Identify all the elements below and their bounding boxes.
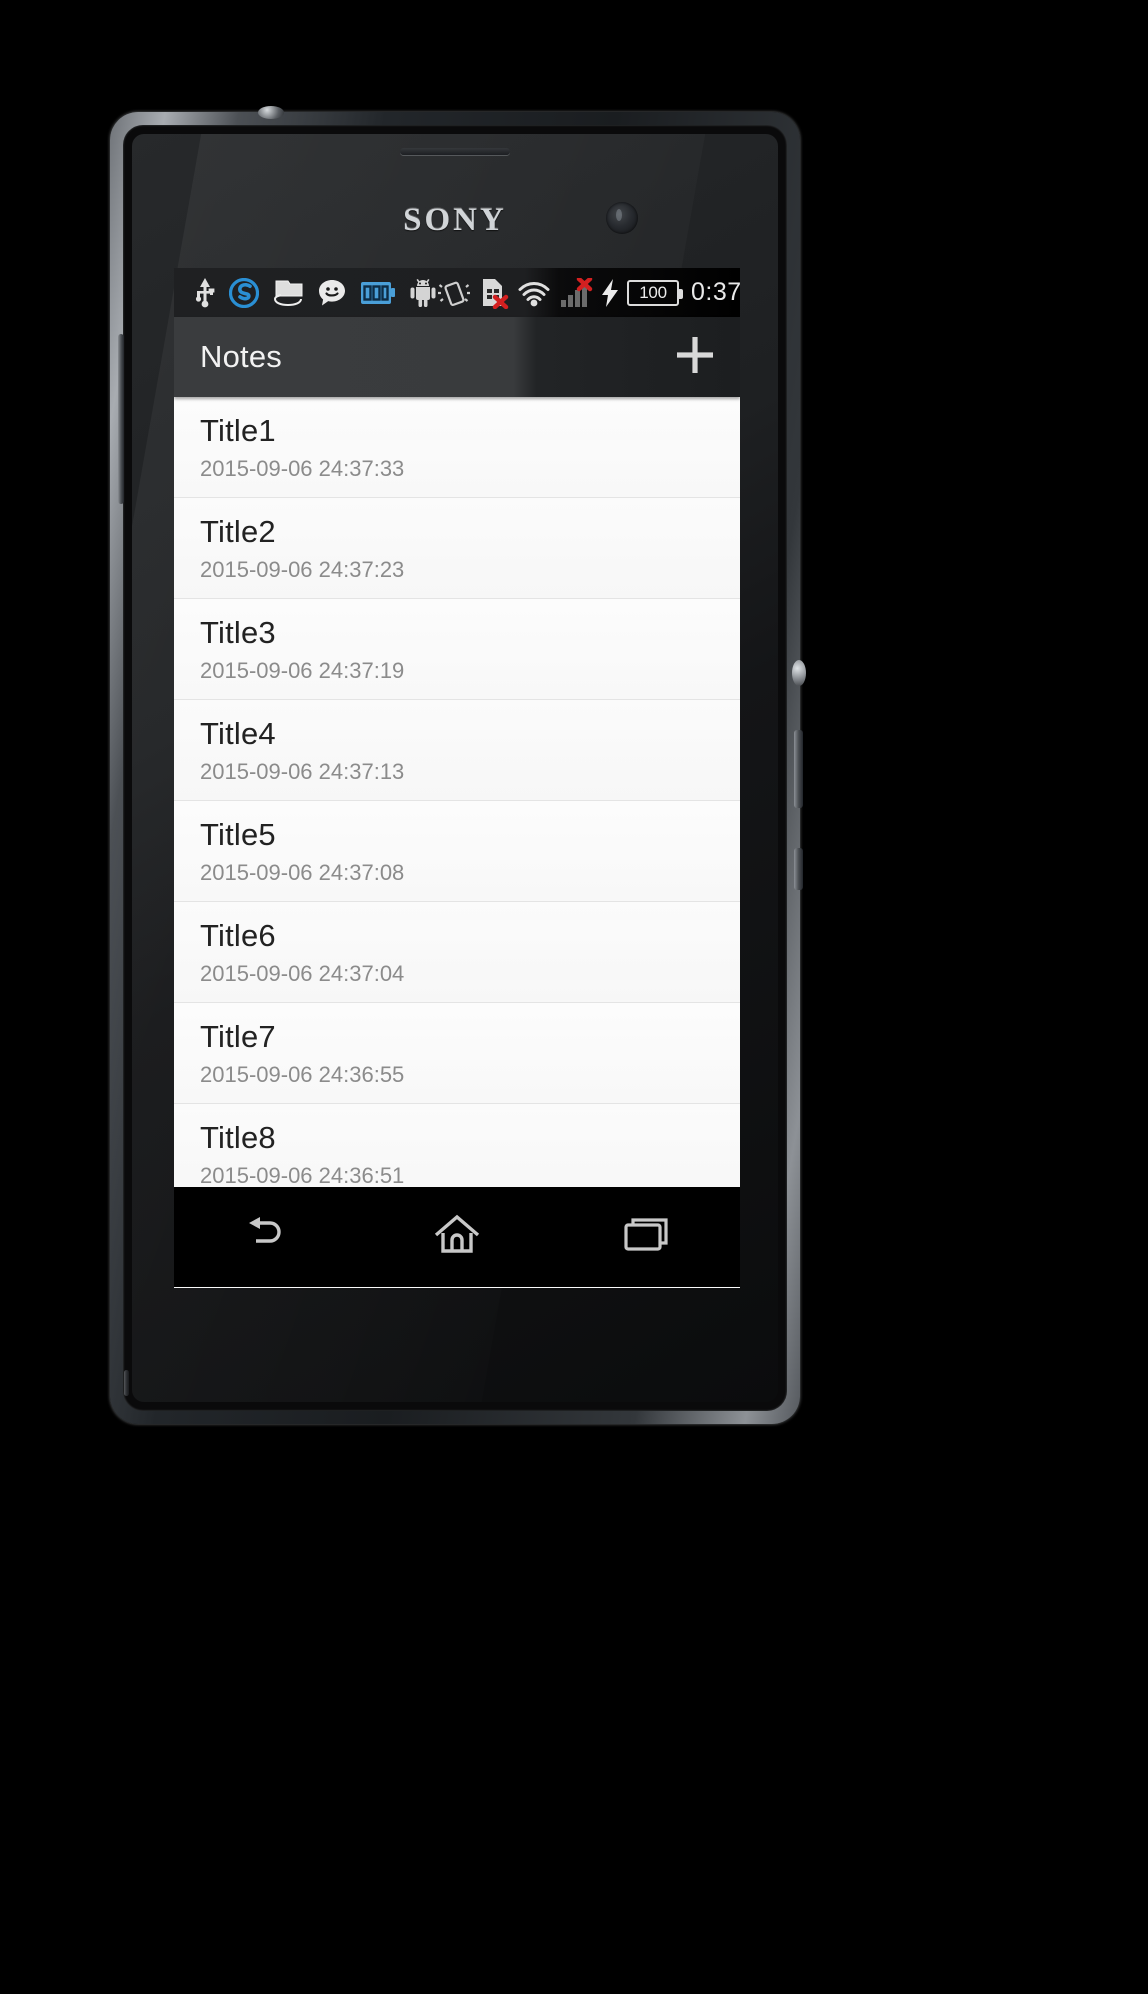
nav-home-button[interactable] <box>397 1197 517 1277</box>
charging-bolt-icon <box>601 278 619 307</box>
note-title: Title5 <box>200 817 276 852</box>
note-timestamp: 2015-09-06 24:37:13 <box>200 759 405 784</box>
headphone-jack <box>258 106 284 119</box>
list-item[interactable]: Title5 2015-09-06 24:37:08 <box>174 801 740 902</box>
note-timestamp: 2015-09-06 24:37:33 <box>200 456 405 481</box>
usb-icon <box>194 277 216 308</box>
vibrate-icon <box>437 278 471 308</box>
status-bar-clock: 0:37 <box>691 278 740 306</box>
note-timestamp: 2015-09-06 24:36:55 <box>200 1062 405 1087</box>
phone-device-mockup: SONY 100 0:37 Notes Title1 2015-09-06 24… <box>110 106 806 1424</box>
power-button[interactable] <box>792 660 806 686</box>
plus-icon <box>673 333 717 382</box>
device-screen: 100 0:37 Notes Title1 2015-09-06 24:37:3… <box>174 268 740 1288</box>
signal-no-service-icon <box>559 277 593 308</box>
front-camera-lens <box>606 202 638 234</box>
note-timestamp: 2015-09-06 24:37:19 <box>200 658 405 683</box>
note-timestamp: 2015-09-06 24:37:04 <box>200 961 405 986</box>
note-title: Title3 <box>200 615 276 650</box>
camera-shutter-key[interactable] <box>794 848 803 890</box>
list-item[interactable]: Title4 2015-09-06 24:37:13 <box>174 700 740 801</box>
sim-card-missing-icon <box>479 277 509 309</box>
battery-percent-label: 100 <box>639 283 667 302</box>
note-title: Title2 <box>200 514 276 549</box>
list-item[interactable]: Title2 2015-09-06 24:37:23 <box>174 498 740 599</box>
brand-logo: SONY <box>403 202 507 238</box>
page-title: Notes <box>200 339 282 374</box>
volume-rocker-right[interactable] <box>794 730 803 808</box>
volume-rocker[interactable] <box>118 334 124 504</box>
nav-back-button[interactable] <box>208 1197 328 1277</box>
nav-recents-button[interactable] <box>586 1197 706 1277</box>
android-debug-icon <box>409 278 437 308</box>
list-item[interactable]: Title1 2015-09-06 24:37:33 <box>174 397 740 498</box>
battery-level-app-icon <box>360 280 396 306</box>
wifi-icon <box>517 279 551 307</box>
status-bar[interactable]: 100 0:37 <box>174 268 740 317</box>
note-timestamp: 2015-09-06 24:37:08 <box>200 860 405 885</box>
earpiece-speaker <box>400 148 510 155</box>
screen-share-icon <box>272 278 304 308</box>
home-icon <box>433 1213 481 1262</box>
lanyard-hole <box>124 1370 129 1396</box>
list-item[interactable]: Title3 2015-09-06 24:37:19 <box>174 599 740 700</box>
notes-list[interactable]: Title1 2015-09-06 24:37:33 Title2 2015-0… <box>174 397 740 1205</box>
back-icon <box>244 1215 292 1260</box>
message-smiley-icon <box>317 278 347 308</box>
status-bar-notification-icons <box>194 277 437 308</box>
status-bar-system-icons: 100 0:37 <box>437 277 740 309</box>
add-note-button[interactable] <box>664 326 726 388</box>
note-title: Title4 <box>200 716 276 751</box>
list-item[interactable]: Title7 2015-09-06 24:36:55 <box>174 1003 740 1104</box>
note-title: Title7 <box>200 1019 276 1054</box>
note-timestamp: 2015-09-06 24:37:23 <box>200 557 405 582</box>
skype-icon <box>229 277 259 308</box>
app-action-bar: Notes <box>174 317 740 397</box>
recents-icon <box>623 1215 669 1260</box>
note-title: Title1 <box>200 413 276 448</box>
note-title: Title8 <box>200 1120 276 1155</box>
list-item[interactable]: Title6 2015-09-06 24:37:04 <box>174 902 740 1003</box>
note-title: Title6 <box>200 918 276 953</box>
android-navigation-bar <box>174 1187 740 1287</box>
battery-status-indicator: 100 <box>627 279 683 306</box>
